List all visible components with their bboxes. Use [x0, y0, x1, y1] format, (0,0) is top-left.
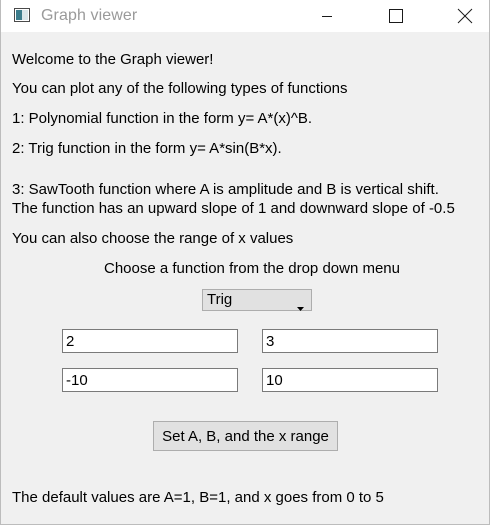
default-values-label: The default values are A=1, B=1, and x g… — [12, 489, 384, 506]
trig-option-label: 2: Trig function in the form y= A*sin(B*… — [12, 140, 282, 157]
graph-app-icon — [14, 8, 30, 22]
welcome-label: Welcome to the Graph viewer! — [12, 51, 214, 68]
close-icon — [457, 8, 473, 24]
window-title: Graph viewer — [41, 7, 138, 24]
graph-viewer-window: Graph viewer Welcome to the Graph viewer… — [0, 0, 490, 525]
choose-function-prompt: Choose a function from the drop down men… — [103, 260, 400, 277]
x-max-input[interactable] — [262, 368, 438, 392]
close-button[interactable] — [442, 0, 488, 32]
polynomial-option-label: 1: Polynomial function in the form y= A*… — [12, 110, 313, 127]
chevron-down-icon — [297, 298, 304, 316]
sawtooth-option-label: 3: SawTooth function where A is amplitud… — [12, 181, 439, 198]
function-type-dropdown[interactable]: Trig — [202, 289, 312, 311]
b-value-input[interactable] — [262, 329, 438, 353]
function-type-selected: Trig — [207, 291, 233, 308]
sawtooth-description-label: The function has an upward slope of 1 an… — [12, 200, 455, 217]
a-value-input[interactable] — [62, 329, 238, 353]
minimize-button[interactable] — [304, 0, 350, 32]
x-min-input[interactable] — [62, 368, 238, 392]
maximize-button[interactable] — [373, 0, 419, 32]
set-range-button[interactable]: Set A, B, and the x range — [153, 421, 338, 451]
intro-label: You can plot any of the following types … — [12, 80, 348, 97]
range-note-label: You can also choose the range of x value… — [12, 230, 294, 247]
maximize-icon — [388, 8, 404, 24]
minimize-icon — [321, 10, 333, 22]
title-bar[interactable]: Graph viewer — [1, 0, 489, 32]
